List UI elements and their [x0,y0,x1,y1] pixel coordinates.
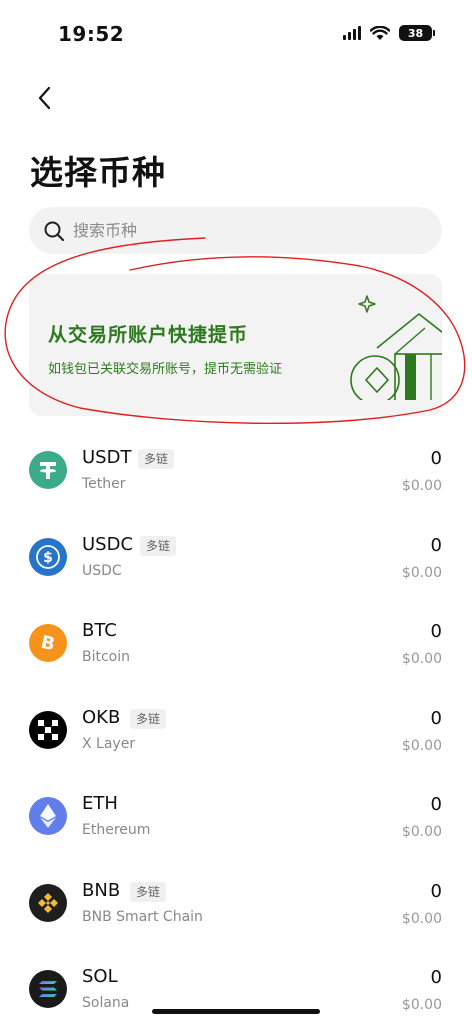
token-amount: 0 [430,794,442,815]
search-input[interactable] [73,221,393,240]
solana-icon [29,970,67,1008]
token-symbol: SOL [82,966,118,987]
battery-icon: 38 [399,25,435,41]
chevron-left-icon [38,86,51,110]
usdc-icon: $ [29,537,67,576]
token-symbol: ETH [82,793,118,814]
tether-icon [29,451,67,489]
token-name: Tether [82,476,126,492]
token-row-usdt[interactable]: USDT 多链 Tether 0 $0.00 [0,430,472,517]
token-list: USDT 多链 Tether 0 $0.00 $ USDC 多链 USDC 0 … [0,430,472,1024]
token-name: Bitcoin [82,649,131,665]
multichain-badge: 多链 [140,535,177,556]
exchange-illustration-icon [350,295,442,400]
token-row-okb[interactable]: OKB 多链 X Layer 0 $0.00 [0,690,472,777]
token-name: Ethereum [82,822,151,838]
search-box[interactable] [29,207,442,254]
token-amount: 0 [430,707,442,729]
token-name: Solana [82,995,130,1011]
token-symbol: USDT [82,447,132,468]
back-button[interactable] [30,84,58,112]
token-value: $0.00 [401,910,442,927]
search-icon [43,220,65,242]
status-bar: 19:52 38 [0,0,472,70]
status-time: 19:52 [58,22,125,46]
token-value: $0.00 [401,478,442,494]
token-symbol: BNB [82,879,121,901]
token-symbol: USDC [82,533,134,555]
token-row-eth[interactable]: ETH Ethereum 0 $0.00 [0,776,472,863]
ethereum-icon [29,797,67,835]
token-symbol: OKB [82,706,121,728]
banner-title: 从交易所账户快捷提币 [48,324,249,346]
token-row-bnb[interactable]: BNB 多链 BNB Smart Chain 0 $0.00 [0,863,472,950]
token-row-usdc[interactable]: $ USDC 多链 USDC 0 $0.00 [0,517,472,604]
banner-subtitle: 如钱包已关联交易所账号，提币无需验证 [48,362,283,377]
svg-text:$: $ [43,550,53,566]
token-amount: 0 [430,448,442,469]
token-amount: 0 [430,534,442,556]
token-value: $0.00 [401,564,442,581]
multichain-badge: 多链 [130,881,167,902]
token-symbol: BTC [82,620,117,641]
okb-icon [29,710,67,749]
token-amount: 0 [430,967,442,988]
token-amount: 0 [430,880,442,902]
svg-text:B: B [39,632,57,655]
page-title: 选择币种 [30,153,166,192]
status-icons: 38 [343,25,435,41]
home-indicator [152,1009,320,1014]
wifi-icon [370,25,390,40]
token-name: USDC [82,562,122,579]
token-name: X Layer [82,735,136,752]
multichain-badge: 多链 [138,449,175,469]
token-amount: 0 [430,621,442,642]
token-value: $0.00 [401,824,442,840]
exchange-withdraw-banner[interactable]: 从交易所账户快捷提币 如钱包已关联交易所账号，提币无需验证 [29,274,442,416]
token-row-btc[interactable]: B BTC Bitcoin 0 $0.00 [0,603,472,690]
token-value: $0.00 [401,737,442,754]
token-value: $0.00 [401,651,442,667]
token-value: $0.00 [401,997,442,1013]
multichain-badge: 多链 [130,708,167,729]
bitcoin-icon: B [29,624,67,662]
bnb-icon [29,883,67,922]
token-name: BNB Smart Chain [82,908,203,925]
signal-icon [343,26,361,40]
